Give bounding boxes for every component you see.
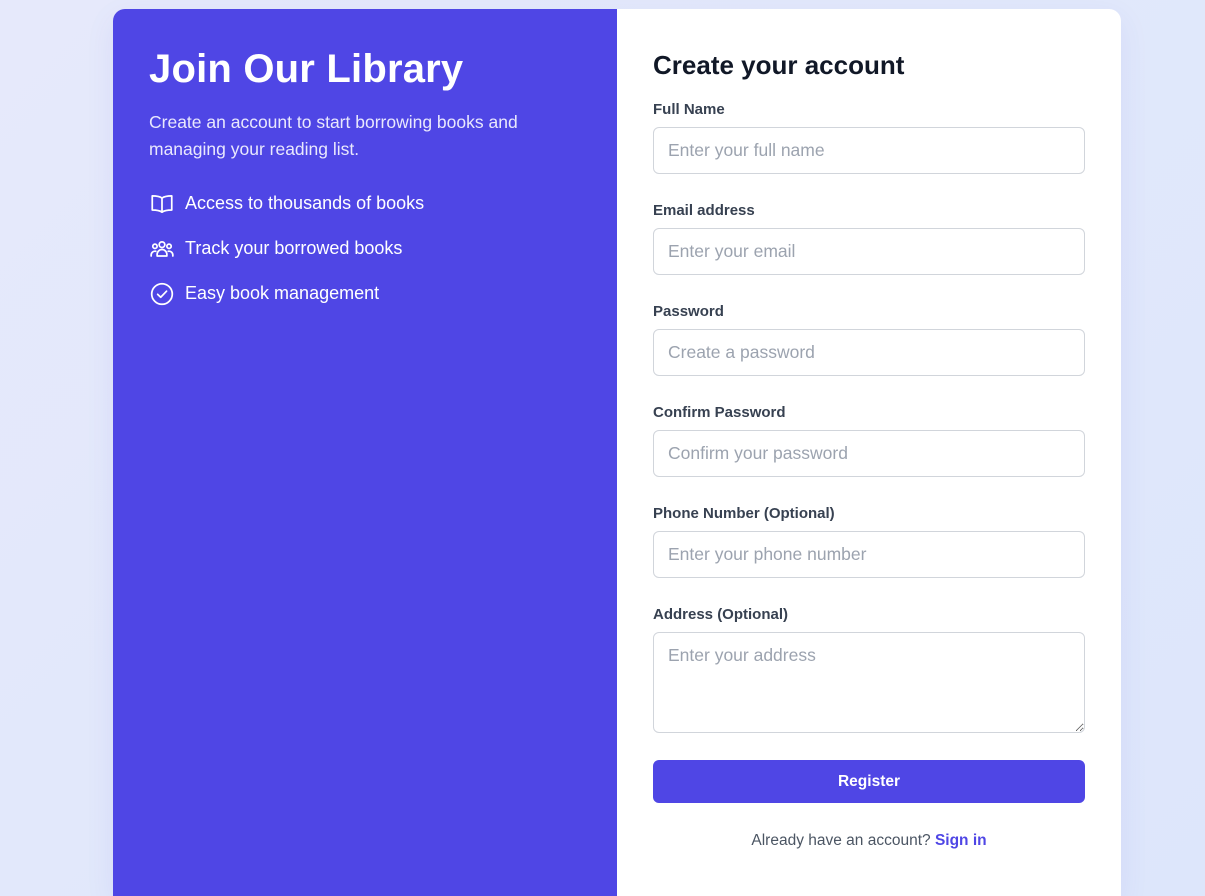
feature-list: Access to thousands of books Track your …	[149, 181, 581, 316]
password-label: Password	[653, 303, 724, 320]
promo-panel: Join Our Library Create an account to st…	[113, 9, 617, 896]
feature-label: Easy book management	[185, 283, 380, 303]
address-textarea[interactable]	[653, 632, 1085, 733]
phone-label: Phone Number (Optional)	[653, 505, 835, 522]
feature-item: Easy book management	[149, 271, 581, 316]
register-form: Full Name Email address Password Confirm…	[653, 101, 1085, 803]
full-name-label: Full Name	[653, 101, 725, 118]
form-title: Create your account	[653, 50, 905, 80]
confirm-password-field-group: Confirm Password	[653, 404, 1085, 477]
signin-prompt: Already have an account?	[751, 832, 931, 849]
full-name-input[interactable]	[653, 127, 1085, 174]
email-input[interactable]	[653, 228, 1085, 275]
email-field-group: Email address	[653, 202, 1085, 275]
feature-item: Access to thousands of books	[149, 181, 581, 226]
full-name-field-group: Full Name	[653, 101, 1085, 174]
signin-link[interactable]: Sign in	[935, 832, 987, 849]
check-circle-icon	[149, 281, 175, 307]
register-button[interactable]: Register	[653, 760, 1085, 803]
signin-row: Already have an account? Sign in	[653, 832, 1085, 850]
promo-title: Join Our Library	[149, 47, 464, 91]
password-field-group: Password	[653, 303, 1085, 376]
promo-subtitle: Create an account to start borrowing boo…	[149, 112, 518, 159]
register-form-panel: Create your account Full Name Email addr…	[617, 9, 1121, 896]
feature-label: Track your borrowed books	[185, 238, 403, 258]
book-open-icon	[149, 191, 175, 217]
address-label: Address (Optional)	[653, 606, 789, 623]
address-field-group: Address (Optional)	[653, 606, 1085, 733]
phone-input[interactable]	[653, 531, 1085, 578]
email-label: Email address	[653, 202, 755, 219]
register-card: Join Our Library Create an account to st…	[113, 9, 1121, 896]
confirm-password-input[interactable]	[653, 430, 1085, 477]
phone-field-group: Phone Number (Optional)	[653, 505, 1085, 578]
password-input[interactable]	[653, 329, 1085, 376]
feature-label: Access to thousands of books	[185, 193, 425, 213]
users-icon	[149, 236, 175, 262]
feature-item: Track your borrowed books	[149, 226, 581, 271]
confirm-password-label: Confirm Password	[653, 404, 786, 421]
